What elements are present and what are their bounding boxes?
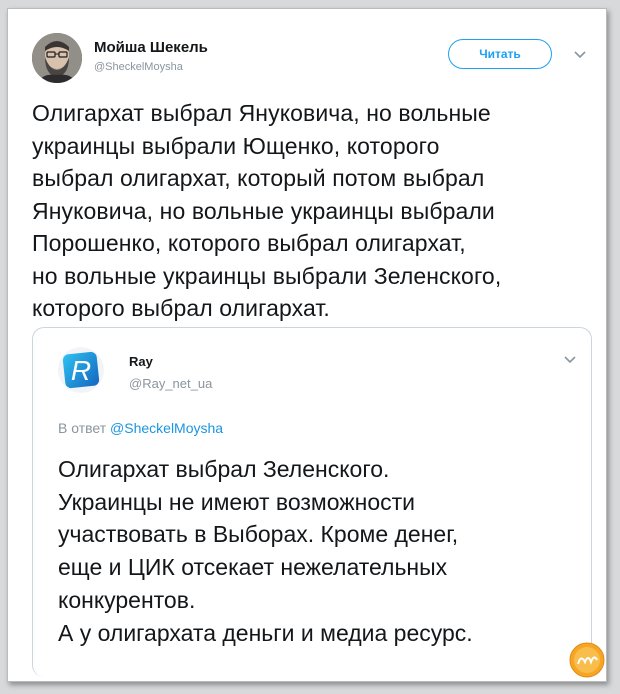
quoted-author-handle[interactable]: @Ray_net_ua [129,376,212,391]
reply-prefix: В ответ [58,420,107,436]
r-logo-icon: R [58,347,104,393]
quoted-author-avatar[interactable]: R [58,347,104,393]
author-name[interactable]: Мойша Шекель [94,39,208,56]
avatar-photo-icon [32,33,82,83]
chevron-down-icon[interactable] [573,50,587,60]
tweet-card: Мойша Шекель @SheckelMoysha Читать Олига… [7,8,607,682]
author-handle[interactable]: @SheckelMoysha [94,61,183,73]
reply-to-link[interactable]: @SheckelMoysha [110,420,223,436]
tweet-text: Олигархат выбрал Януковича, но вольные у… [32,100,502,321]
watermark-logo-icon [569,642,605,678]
reply-context: В ответ @SheckelMoysha [58,420,223,436]
chevron-down-icon[interactable] [563,355,577,365]
quoted-tweet-text: Олигархат выбрал Зеленского. Украинцы не… [58,456,473,646]
avatar-letter: R [71,355,91,386]
quoted-author-name[interactable]: Ray [129,354,153,369]
author-avatar[interactable] [32,33,82,83]
quoted-tweet[interactable]: R Ray @Ray_net_ua В ответ @SheckelMoysha… [32,327,592,677]
follow-button[interactable]: Читать [448,39,552,69]
